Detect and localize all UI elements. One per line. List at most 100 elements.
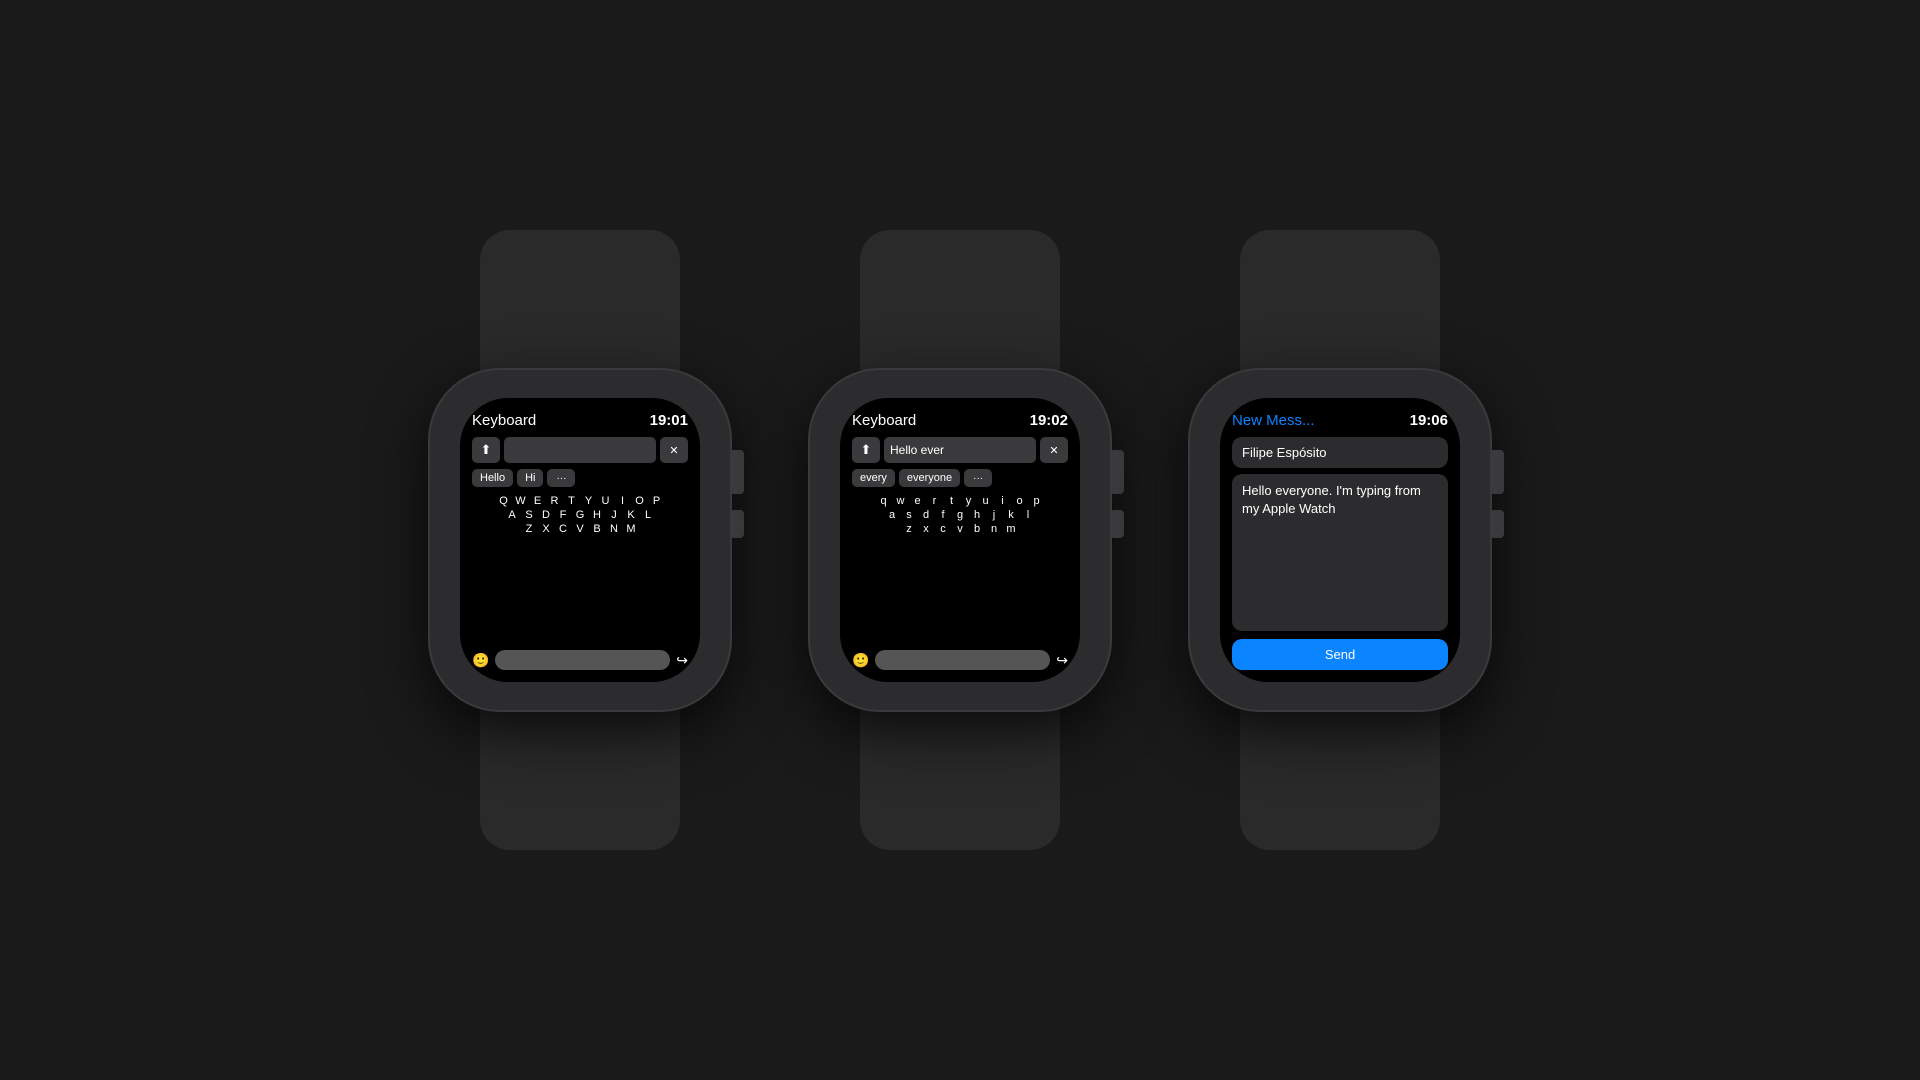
key-Z[interactable]: Z — [522, 523, 536, 535]
watch-2-screen: Keyboard 19:02 ⬆ Hello ever ✕ every ever… — [840, 398, 1080, 682]
key-I[interactable]: I — [616, 495, 630, 507]
watch-3-contact-row: Filipe Espósito — [1232, 437, 1448, 468]
watch-2-keyboard: q w e r t y u i o p a s d f g h — [852, 495, 1068, 644]
watch-2-input-field[interactable]: Hello ever — [884, 437, 1036, 463]
key-z[interactable]: z — [902, 523, 916, 535]
watch-2-bottom-bar: 🙂 ↪ — [852, 650, 1068, 670]
watch-2-delete-btn[interactable]: ✕ — [1040, 437, 1068, 463]
key-w[interactable]: w — [894, 495, 908, 507]
key-f[interactable]: f — [936, 509, 950, 521]
watch-2-send-arrow[interactable]: ↪ — [1056, 652, 1068, 669]
watch-1-send-arrow[interactable]: ↪ — [676, 652, 688, 669]
key-o[interactable]: o — [1013, 495, 1027, 507]
watch-1-delete-btn[interactable]: ✕ — [660, 437, 688, 463]
watch-2-key-row-3: z x c v b n m — [852, 523, 1068, 535]
key-a[interactable]: a — [885, 509, 899, 521]
watch-1-shift-btn[interactable]: ⬆ — [472, 437, 500, 463]
key-A[interactable]: A — [505, 509, 519, 521]
watch-2-space-bar[interactable] — [875, 650, 1050, 670]
watch-3-message-bubble: Hello everyone. I'm typing from my Apple… — [1232, 474, 1448, 631]
key-C[interactable]: C — [556, 523, 570, 535]
key-P[interactable]: P — [650, 495, 664, 507]
watch-2-side-button — [1110, 510, 1124, 538]
watch-2-band-bottom — [860, 690, 1060, 850]
watch-1-time: 19:01 — [650, 412, 688, 429]
key-q[interactable]: q — [877, 495, 891, 507]
key-k[interactable]: k — [1004, 509, 1018, 521]
key-E[interactable]: E — [531, 495, 545, 507]
watch-1-suggestions: Hello Hi ··· — [472, 469, 688, 487]
key-L[interactable]: L — [641, 509, 655, 521]
key-J[interactable]: J — [607, 509, 621, 521]
watch-2-suggestion-more[interactable]: ··· — [964, 469, 992, 487]
key-b[interactable]: b — [970, 523, 984, 535]
key-W[interactable]: W — [514, 495, 528, 507]
key-U[interactable]: U — [599, 495, 613, 507]
key-x[interactable]: x — [919, 523, 933, 535]
key-Q[interactable]: Q — [497, 495, 511, 507]
watch-2-suggestion-everyone[interactable]: everyone — [899, 469, 960, 487]
key-l[interactable]: l — [1021, 509, 1035, 521]
watch-1-suggestion-hi[interactable]: Hi — [517, 469, 543, 487]
key-S[interactable]: S — [522, 509, 536, 521]
watch-3-send-button[interactable]: Send — [1232, 639, 1448, 670]
key-R[interactable]: R — [548, 495, 562, 507]
key-j[interactable]: j — [987, 509, 1001, 521]
watch-3-contact-name: Filipe Espósito — [1242, 445, 1327, 460]
watch-1-suggestion-more[interactable]: ··· — [547, 469, 575, 487]
key-N[interactable]: N — [607, 523, 621, 535]
key-u[interactable]: u — [979, 495, 993, 507]
watch-2-shift-btn[interactable]: ⬆ — [852, 437, 880, 463]
watch-2-crown — [1110, 450, 1124, 494]
watch-3-side-button — [1490, 510, 1504, 538]
key-y[interactable]: y — [962, 495, 976, 507]
key-g[interactable]: g — [953, 509, 967, 521]
key-p[interactable]: p — [1030, 495, 1044, 507]
key-d[interactable]: d — [919, 509, 933, 521]
watch-1-side-button — [730, 510, 744, 538]
key-G[interactable]: G — [573, 509, 587, 521]
watch-2-emoji-btn[interactable]: 🙂 — [852, 652, 869, 669]
key-K[interactable]: K — [624, 509, 638, 521]
watch-1-suggestion-hello[interactable]: Hello — [472, 469, 513, 487]
key-H[interactable]: H — [590, 509, 604, 521]
key-T[interactable]: T — [565, 495, 579, 507]
watch-1: Keyboard 19:01 ⬆ ✕ Hello Hi ··· Q W E — [430, 230, 730, 850]
key-M[interactable]: M — [624, 523, 638, 535]
key-i[interactable]: i — [996, 495, 1010, 507]
key-r[interactable]: r — [928, 495, 942, 507]
watch-2-header: Keyboard 19:02 — [852, 412, 1068, 429]
watch-2-suggestion-every[interactable]: every — [852, 469, 895, 487]
watch-3-band-bottom — [1240, 690, 1440, 850]
watch-3-send-label: Send — [1325, 647, 1355, 662]
key-n[interactable]: n — [987, 523, 1001, 535]
key-B[interactable]: B — [590, 523, 604, 535]
watch-2-key-row-1: q w e r t y u i o p — [852, 495, 1068, 507]
key-m[interactable]: m — [1004, 523, 1018, 535]
watch-1-emoji-btn[interactable]: 🙂 — [472, 652, 489, 669]
watch-3: New Mess... 19:06 Filipe Espósito Hello … — [1190, 230, 1490, 850]
key-s[interactable]: s — [902, 509, 916, 521]
key-e[interactable]: e — [911, 495, 925, 507]
key-F[interactable]: F — [556, 509, 570, 521]
watch-1-space-bar[interactable] — [495, 650, 670, 670]
key-V[interactable]: V — [573, 523, 587, 535]
watch-1-title: Keyboard — [472, 412, 536, 429]
watch-2-key-row-2: a s d f g h j k l — [852, 509, 1068, 521]
watch-1-input-field[interactable] — [504, 437, 656, 463]
watch-2-input-row: ⬆ Hello ever ✕ — [852, 437, 1068, 463]
watch-2-suggestions: every everyone ··· — [852, 469, 1068, 487]
key-D[interactable]: D — [539, 509, 553, 521]
watch-3-body: New Mess... 19:06 Filipe Espósito Hello … — [1190, 370, 1490, 710]
key-X[interactable]: X — [539, 523, 553, 535]
key-Y[interactable]: Y — [582, 495, 596, 507]
key-v[interactable]: v — [953, 523, 967, 535]
watch-1-bottom-bar: 🙂 ↪ — [472, 650, 688, 670]
key-h[interactable]: h — [970, 509, 984, 521]
watch-2: Keyboard 19:02 ⬆ Hello ever ✕ every ever… — [810, 230, 1110, 850]
watch-1-key-row-3: Z X C V B N M — [472, 523, 688, 535]
key-t[interactable]: t — [945, 495, 959, 507]
key-c[interactable]: c — [936, 523, 950, 535]
key-O[interactable]: O — [633, 495, 647, 507]
watch-1-key-row-1: Q W E R T Y U I O P — [472, 495, 688, 507]
